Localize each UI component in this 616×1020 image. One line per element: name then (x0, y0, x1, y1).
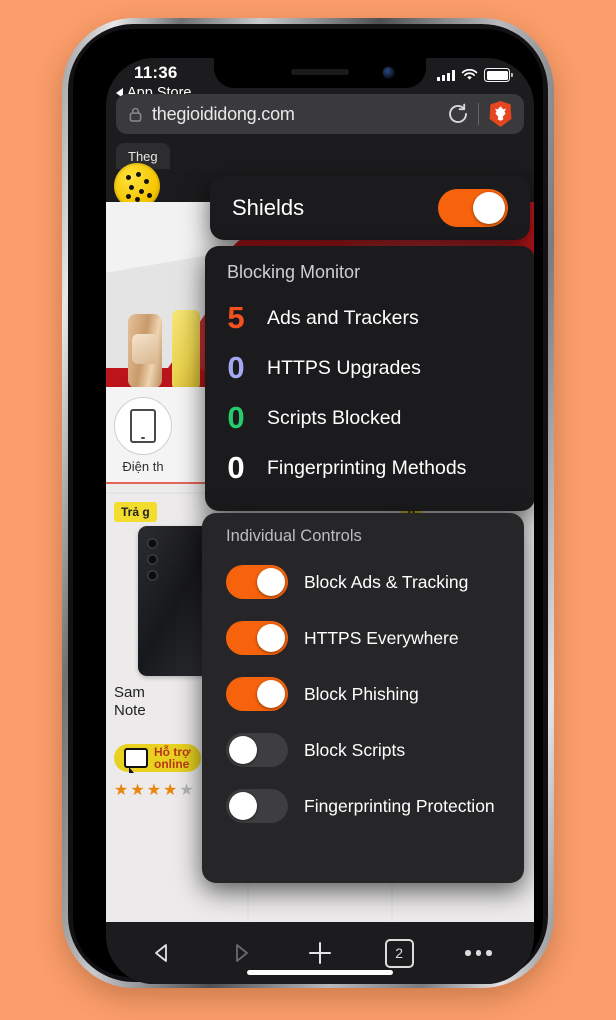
stat-row: 0 Scripts Blocked (205, 393, 534, 443)
tab-count-button[interactable]: 2 (379, 936, 419, 970)
https-everywhere-toggle[interactable] (226, 621, 288, 655)
control-label: Fingerprinting Protection (304, 795, 495, 816)
url-bar[interactable]: thegioididong.com (116, 94, 524, 134)
lock-icon (129, 107, 142, 122)
forward-arrow-icon (221, 936, 261, 970)
control-label: Block Ads & Tracking (304, 571, 469, 592)
control-row-block-ads[interactable]: Block Ads & Tracking (202, 554, 524, 610)
notch (214, 58, 426, 88)
earpiece-speaker (291, 69, 349, 75)
stat-row: 0 Fingerprinting Methods (205, 443, 534, 493)
more-options-icon[interactable] (458, 936, 498, 970)
brave-shield-icon[interactable] (488, 100, 513, 128)
block-ads-toggle[interactable] (226, 565, 288, 599)
stat-label: Ads and Trackers (267, 306, 419, 329)
stat-label: Scripts Blocked (267, 406, 402, 429)
chat-bubble-icon (124, 748, 148, 773)
url-row: thegioididong.com (106, 92, 534, 140)
cellular-signal-icon (437, 69, 455, 81)
stat-label: HTTPS Upgrades (267, 356, 421, 379)
control-row-scripts[interactable]: Block Scripts (202, 722, 524, 778)
stat-label: Fingerprinting Methods (267, 456, 467, 479)
screenshot-root: 11:36 App Store thegioididong.com Theg Đ… (0, 0, 616, 1020)
shields-title: Shields (232, 195, 305, 220)
phone-screen: 11:36 App Store thegioididong.com Theg Đ… (106, 58, 534, 984)
installment-tag: Trả g (114, 502, 157, 522)
block-phishing-toggle[interactable] (226, 677, 288, 711)
tab-count-label: 2 (384, 938, 414, 968)
individual-controls-panel: Individual Controls Block Ads & Tracking… (202, 513, 524, 883)
status-indicators (437, 68, 513, 82)
shields-master-toggle[interactable] (438, 189, 508, 227)
stat-row: 5 Ads and Trackers (205, 293, 534, 343)
stat-value: 0 (227, 400, 245, 435)
blocking-monitor-panel: Blocking Monitor 5 Ads and Trackers 0 HT… (205, 246, 534, 511)
back-arrow-icon[interactable] (142, 936, 182, 970)
control-label: HTTPS Everywhere (304, 627, 459, 648)
shields-header-panel: Shields (210, 176, 530, 240)
badge-label: Hỗ trợ online (154, 745, 191, 771)
plus-new-tab-icon[interactable] (300, 936, 340, 970)
url-text: thegioididong.com (152, 103, 295, 124)
stat-value: 0 (227, 350, 245, 385)
control-row-fingerprinting[interactable]: Fingerprinting Protection (202, 778, 524, 834)
banner-phone-image (172, 310, 200, 387)
battery-icon (484, 68, 513, 82)
banner-watch-image (128, 314, 162, 387)
fingerprinting-protection-toggle[interactable] (226, 789, 288, 823)
block-scripts-toggle[interactable] (226, 733, 288, 767)
control-label: Block Scripts (304, 739, 406, 760)
wifi-icon (461, 69, 478, 80)
phone-device-icon (114, 397, 172, 455)
front-camera-icon (383, 67, 394, 78)
category-label: Điện th (122, 459, 164, 474)
online-support-badge[interactable]: Hỗ trợ online (114, 744, 201, 773)
category-phone[interactable]: Điện th (112, 397, 174, 474)
tab-strip: Theg (106, 140, 534, 172)
reload-icon[interactable] (447, 103, 469, 125)
individual-controls-title: Individual Controls (226, 527, 362, 545)
control-row-https[interactable]: HTTPS Everywhere (202, 610, 524, 666)
stat-value: 5 (227, 300, 245, 335)
url-divider (478, 103, 479, 125)
home-indicator[interactable] (247, 970, 393, 975)
control-row-phishing[interactable]: Block Phishing (202, 666, 524, 722)
product-rating: ★★★★★ (114, 782, 196, 799)
status-time: 11:36 (134, 63, 178, 82)
control-label: Block Phishing (304, 683, 419, 704)
blocking-monitor-title: Blocking Monitor (227, 262, 361, 282)
phone-frame: 11:36 App Store thegioididong.com Theg Đ… (62, 18, 554, 988)
stat-value: 0 (227, 450, 245, 485)
stat-row: 0 HTTPS Upgrades (205, 343, 534, 393)
